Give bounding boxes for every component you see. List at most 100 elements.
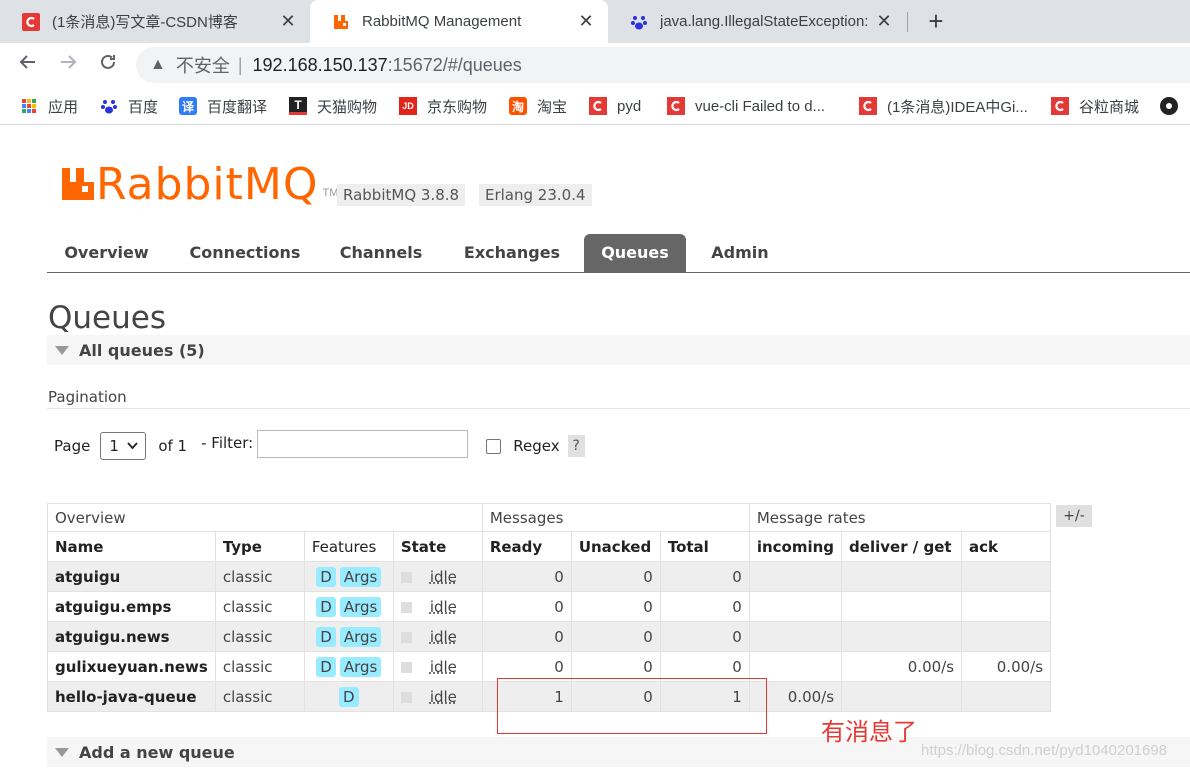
- reload-icon[interactable]: [94, 51, 122, 79]
- group-overview: Overview: [47, 503, 483, 532]
- state-label: idle: [429, 627, 457, 646]
- unacked-count: 0: [570, 651, 661, 682]
- bookmark-pyd[interactable]: pyd: [589, 95, 641, 117]
- table-row: atguigu.emps classic D Args idle 0 0 0: [47, 591, 1052, 622]
- csdn-icon: [1051, 97, 1069, 115]
- filter-input[interactable]: [257, 430, 469, 458]
- ready-count: 0: [481, 591, 572, 622]
- collapse-triangle-icon: [55, 747, 69, 757]
- bookmarks-bar: 应用 百度 译 百度翻译 T 天猫购物 JD 京东购物 淘 淘宝 pyd vue…: [0, 87, 1190, 125]
- page-of-label: of 1: [158, 437, 188, 455]
- baidu-translate-icon: 译: [179, 97, 197, 115]
- tab-csdn-write[interactable]: (1条消息)写文章-CSDN博客 ✕: [0, 0, 310, 43]
- ack-rate: 0.00/s: [961, 651, 1052, 682]
- col-state[interactable]: State: [392, 531, 483, 562]
- bookmark-idea-git[interactable]: (1条消息)IDEA中Gi...: [859, 95, 1028, 117]
- nav-overview[interactable]: Overview: [47, 234, 166, 273]
- new-tab-button[interactable]: +: [922, 6, 950, 36]
- col-name[interactable]: Name: [47, 531, 216, 562]
- csdn-icon: [589, 97, 607, 115]
- state-indicator-icon: [400, 631, 412, 643]
- ack-rate: [961, 561, 1052, 592]
- tab-rabbitmq[interactable]: RabbitMQ Management ✕: [310, 0, 608, 43]
- bookmark-baidu-translate[interactable]: 译 百度翻译: [179, 95, 267, 117]
- queue-name-link[interactable]: gulixueyuan.news: [47, 651, 216, 682]
- all-queues-toggle[interactable]: All queues (5): [47, 335, 1190, 365]
- col-deliver-get[interactable]: deliver / get: [841, 531, 963, 562]
- col-unacked[interactable]: Unacked: [570, 531, 661, 562]
- bookmark-jd[interactable]: JD 京东购物: [399, 95, 487, 117]
- page-select[interactable]: 1: [100, 432, 147, 460]
- csdn-icon: [859, 97, 877, 115]
- queue-features: D: [303, 681, 394, 712]
- tab-title: java.lang.IllegalStateException:: [660, 13, 869, 30]
- rabbitmq-icon: [332, 13, 350, 31]
- total-count: 0: [659, 621, 750, 652]
- forward-icon[interactable]: [54, 51, 82, 79]
- queue-name-link[interactable]: atguigu.news: [47, 621, 216, 652]
- bookmark-baidu[interactable]: 百度: [100, 95, 158, 117]
- logo-text: RabbitMQ: [96, 158, 319, 210]
- insecure-label[interactable]: 不安全: [176, 52, 230, 78]
- back-icon[interactable]: [14, 51, 42, 79]
- col-type[interactable]: Type: [214, 531, 305, 562]
- filter-label: - Filter:: [201, 434, 254, 452]
- apps-grid-icon: [20, 97, 38, 115]
- queue-state: idle: [392, 651, 483, 682]
- durable-badge: D: [316, 626, 336, 647]
- bookmark-overflow[interactable]: [1160, 95, 1188, 117]
- regex-help-button[interactable]: ?: [567, 435, 585, 457]
- close-tab-icon[interactable]: ✕: [874, 11, 894, 32]
- queue-type: classic: [214, 621, 305, 652]
- bookmark-tmall[interactable]: T 天猫购物: [289, 95, 377, 117]
- group-message-rates: Message rates: [748, 503, 1052, 532]
- state-indicator-icon: [400, 571, 412, 583]
- total-count: 0: [659, 561, 750, 592]
- nav-admin[interactable]: Admin: [698, 234, 782, 273]
- bookmark-label: pyd: [617, 97, 642, 115]
- queue-name-link[interactable]: atguigu.emps: [47, 591, 216, 622]
- bookmark-taobao[interactable]: 淘 淘宝: [509, 95, 567, 117]
- ready-count: 0: [481, 651, 572, 682]
- address-bar[interactable]: ▲ 不安全 | 192.168.150.137 :15672/#/queues: [136, 47, 1190, 83]
- bookmark-label: 淘宝: [537, 98, 568, 116]
- csdn-icon: [667, 97, 685, 115]
- nav-channels[interactable]: Channels: [328, 234, 434, 273]
- baidu-paw-icon: [630, 13, 648, 31]
- regex-checkbox[interactable]: [486, 438, 502, 454]
- nav-exchanges[interactable]: Exchanges: [455, 234, 569, 273]
- close-tab-icon[interactable]: ✕: [576, 11, 596, 32]
- queue-features: D Args: [303, 561, 394, 592]
- state-indicator-icon: [400, 661, 412, 673]
- tab-java-exception[interactable]: java.lang.IllegalStateException: ✕: [608, 0, 906, 43]
- queue-type: classic: [214, 591, 305, 622]
- column-toggle-button[interactable]: +/-: [1056, 505, 1092, 527]
- nav-queues[interactable]: Queues: [584, 234, 686, 273]
- incoming-rate: [748, 621, 843, 652]
- close-tab-icon[interactable]: ✕: [278, 11, 298, 32]
- state-label: idle: [429, 597, 457, 616]
- tab-title: (1条消息)写文章-CSDN博客: [52, 14, 238, 31]
- col-ack[interactable]: ack: [961, 531, 1052, 562]
- state-label: idle: [429, 657, 457, 676]
- unacked-count: 0: [570, 621, 661, 652]
- queue-name-link[interactable]: atguigu: [47, 561, 216, 592]
- column-header-row: Name Type Features State Ready Unacked T…: [47, 531, 1052, 562]
- col-total[interactable]: Total: [659, 531, 750, 562]
- page-title: Queues: [48, 300, 166, 336]
- warning-icon[interactable]: ▲: [150, 56, 166, 74]
- queue-name-link[interactable]: hello-java-queue: [47, 681, 216, 712]
- incoming-rate: [748, 561, 843, 592]
- ack-rate: [961, 621, 1052, 652]
- col-ready[interactable]: Ready: [481, 531, 572, 562]
- main-nav: Overview Connections Channels Exchanges …: [47, 234, 1190, 273]
- bookmark-vue-cli[interactable]: vue-cli Failed to d...: [667, 95, 825, 117]
- bookmark-apps[interactable]: 应用: [20, 95, 78, 117]
- queue-state: idle: [392, 681, 483, 712]
- github-icon: [1160, 97, 1178, 115]
- nav-connections[interactable]: Connections: [184, 234, 306, 273]
- rabbitmq-page: RabbitMQ TM RabbitMQ 3.8.8 Erlang 23.0.4…: [0, 126, 1190, 769]
- bookmark-gulimall[interactable]: 谷粒商城: [1051, 95, 1139, 117]
- collapse-triangle-icon: [55, 345, 69, 355]
- col-incoming[interactable]: incoming: [748, 531, 843, 562]
